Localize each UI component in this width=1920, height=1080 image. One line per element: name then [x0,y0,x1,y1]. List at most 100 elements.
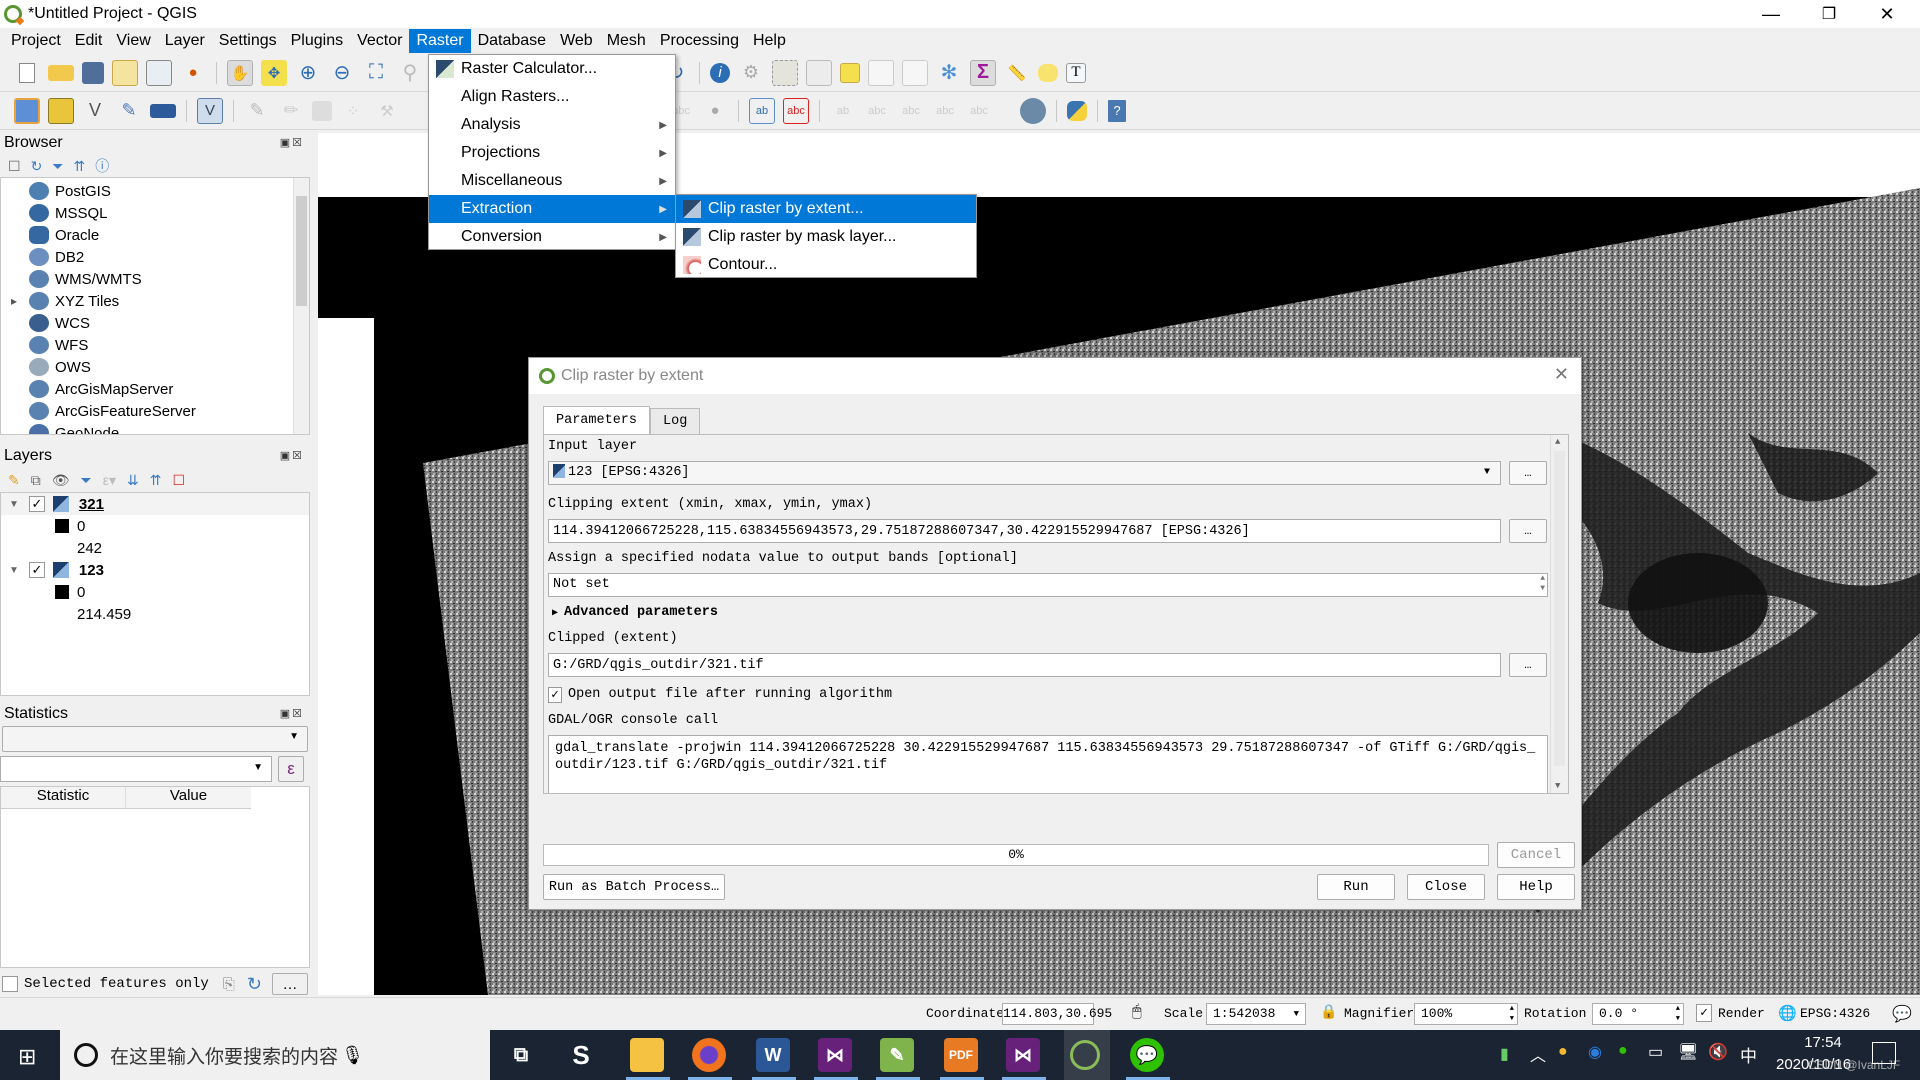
extraction-menu-item[interactable]: Clip raster by extent... [676,195,976,223]
new-virtual-layer-icon[interactable] [150,103,176,118]
browser-item[interactable]: MSSQL [29,202,309,224]
pan-icon[interactable]: ✋ [227,59,253,86]
usb-icon[interactable]: ▮ [1500,1044,1509,1064]
collapse-arrow-icon[interactable]: ▼ [9,565,19,576]
manage-themes-icon[interactable]: 👁 [52,472,70,489]
battery-icon[interactable]: ▭ [1648,1042,1663,1062]
crs-label[interactable]: EPSG:4326 [1800,1006,1870,1021]
current-edits-icon[interactable]: ✎ [244,98,270,124]
browser-item[interactable]: WCS [29,312,309,334]
add-selected-icon[interactable]: ☐ [8,158,21,175]
new-spatialite-icon[interactable]: ✎ [116,98,142,124]
measure-icon[interactable]: 📏 [1004,60,1030,86]
nodata-spinbox[interactable]: Not set ▲ ▼ [548,573,1548,597]
menu-view[interactable]: View [109,29,157,53]
filter-legend-icon[interactable]: ⏷ [81,472,92,489]
restore-button[interactable]: ❐ [1800,0,1858,28]
select-icon[interactable] [772,59,798,86]
expression-button[interactable]: ε [278,756,304,782]
new-project-icon[interactable] [19,62,35,83]
rotation-spinbox[interactable]: 0.0 ° ▲ ▼ [1592,1003,1684,1025]
crs-globe-icon[interactable]: 🌐 [1778,1004,1797,1023]
browser-item[interactable]: DB2 [29,246,309,268]
parameters-scrollbar[interactable]: ▲ ▼ [1550,435,1568,793]
open-output-checkbox[interactable]: ✓ [548,687,562,703]
collapse-arrow-icon[interactable]: ▼ [9,499,19,510]
python-console-icon[interactable] [1067,100,1087,121]
windows-start-icon[interactable]: ⊞ [18,1044,36,1070]
browser-item[interactable]: Oracle [29,224,309,246]
digitize-icon[interactable]: ⁘ [340,98,366,124]
layer-combo[interactable]: ▼ [2,726,308,752]
menu-raster[interactable]: Raster [409,29,471,53]
browser-item[interactable]: WFS [29,334,309,356]
browser-scrollbar[interactable] [293,178,309,434]
extents-toggle-icon[interactable]: 🖱 [1132,1003,1142,1021]
batch-process-button[interactable]: Run as Batch Process… [543,874,725,900]
tray-expand-icon[interactable]: ︿ [1530,1042,1546,1066]
wechat-tray-icon[interactable]: ● [1618,1042,1628,1060]
show-hide-label-icon[interactable]: abc [864,98,890,124]
raster-menu-item[interactable]: Miscellaneous ▶ [429,167,675,195]
menu-project[interactable]: Project [4,29,68,53]
magnifier-spinbox[interactable]: 100% ▲ ▼ [1414,1003,1518,1025]
menu-database[interactable]: Database [471,29,554,53]
advanced-parameters-toggle[interactable]: ▶ Advanced parameters [548,601,1548,625]
cancel-button[interactable]: Cancel [1497,842,1575,868]
menu-processing[interactable]: Processing [653,29,746,53]
minimize-button[interactable]: — [1742,0,1800,28]
label-properties-icon[interactable]: abc [966,98,992,124]
layer-row[interactable]: ▼ ✓ 321 [1,493,309,515]
statistics-sigma-icon[interactable]: Σ [970,59,996,86]
map-tips-icon[interactable] [1038,63,1058,82]
spin-arrows-icon[interactable]: ▲ ▼ [1540,574,1545,594]
save-edits-icon[interactable] [312,100,332,121]
collapse-all-icon[interactable]: ⇈ [74,158,86,175]
expand-all-icon[interactable]: ⇊ [127,472,139,489]
selected-only-checkbox[interactable] [2,976,18,992]
new-temporary-layer-icon[interactable]: V [197,97,223,124]
layer-name[interactable]: 123 [79,562,104,579]
app-s-icon[interactable]: S [564,1038,598,1072]
scale-combo[interactable]: 1:542038 ▼ [1206,1003,1306,1025]
attribute-table-icon[interactable] [868,59,894,86]
visual-studio-alt-icon[interactable]: ⋈ [1006,1038,1040,1072]
new-geopackage-icon[interactable] [48,97,74,124]
raster-menu-item[interactable]: Projections ▶ [429,139,675,167]
more-options-button[interactable]: … [271,973,308,995]
menu-edit[interactable]: Edit [68,29,110,53]
extraction-menu-item[interactable]: Clip raster by mask layer... [676,223,976,251]
menu-plugins[interactable]: Plugins [284,29,350,53]
action-icon[interactable]: ⚙ [738,60,764,86]
open-project-icon[interactable] [48,64,74,81]
rotate-label-icon[interactable]: abc [898,98,924,124]
browser-item[interactable]: WMS/WMTS [29,268,309,290]
help-icon[interactable]: ? [1108,99,1126,122]
browser-item[interactable]: ArcGisMapServer [29,378,309,400]
clipping-extent-input[interactable] [548,519,1501,543]
dock-controls-icon[interactable]: ▣☒ [280,131,304,155]
console-call-text[interactable]: gdal_translate -projwin 114.394120667252… [548,735,1548,793]
pan-to-selection-icon[interactable]: ✥ [261,59,287,86]
filter-icon[interactable]: ⏷ [52,158,63,175]
input-layer-select[interactable]: 123 [EPSG:4326] ▼ [548,461,1501,485]
output-file-input[interactable] [548,653,1501,677]
tab-parameters[interactable]: Parameters [543,406,651,434]
save-project-icon[interactable] [82,61,104,84]
processing-toolbox-icon[interactable]: ✻ [936,60,962,86]
browser-item[interactable]: PostGIS [29,180,309,202]
add-group-icon[interactable]: ⧉ [31,472,41,489]
raster-menu-item[interactable]: Align Rasters... [429,83,675,111]
column-value[interactable]: Value [126,787,251,808]
firefox-icon[interactable] [692,1038,726,1072]
dialog-close-icon[interactable]: ✕ [1554,364,1569,385]
data-source-manager-icon[interactable] [14,97,40,124]
file-explorer-icon[interactable] [630,1038,664,1072]
field-calculator-icon[interactable] [902,59,928,86]
coordinate-field[interactable]: 114.803,30.695 [1002,1003,1112,1025]
close-window-button[interactable]: ✕ [1858,0,1916,28]
layer-name[interactable]: 321 [79,496,104,513]
expand-arrow-icon[interactable]: ▸ [11,294,17,308]
dock-controls-icon[interactable]: ▣☒ [280,702,304,726]
column-statistic[interactable]: Statistic [1,787,126,808]
